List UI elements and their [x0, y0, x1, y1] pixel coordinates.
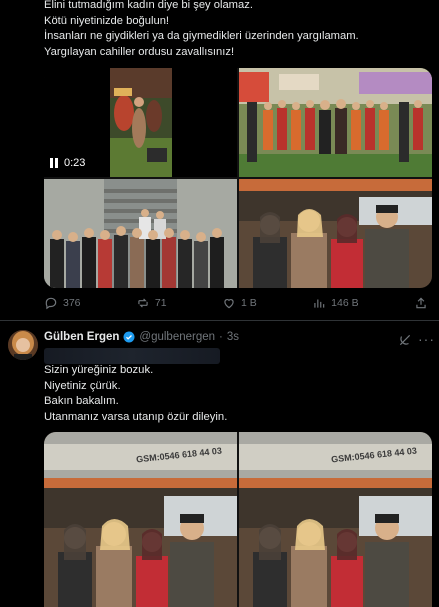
tweet1-actions: 376 71 1 B 146 B	[44, 293, 428, 313]
repost-count: 71	[154, 297, 167, 309]
repost-icon	[138, 298, 148, 308]
media-photo[interactable]: GSM:0546 618 44 03	[239, 432, 432, 607]
video-time: 0:23	[64, 157, 86, 169]
reply-count: 376	[63, 297, 81, 309]
video-controls: 0:23	[50, 157, 85, 169]
tweet2-media-grid: GSM:0546 618 44 03 GSM:0546 618 44 03	[44, 432, 432, 607]
photo-folk-dancers	[239, 68, 432, 177]
tweet1-line: Elini tutmadığım kadın diye bi şey olama…	[44, 0, 253, 11]
blurred-region	[44, 348, 220, 364]
media-photo[interactable]	[239, 179, 432, 288]
share-icon	[416, 297, 426, 309]
views-button[interactable]: 146 B	[312, 296, 359, 310]
video-player[interactable]: 0:23	[44, 68, 237, 177]
tweet2-line: Niyetiniz çürük.	[44, 379, 121, 392]
heart-icon	[224, 299, 234, 309]
verified-badge-icon	[123, 331, 135, 343]
repost-button[interactable]: 71	[136, 296, 167, 310]
like-count: 1 B	[241, 297, 257, 309]
avatar-image	[8, 330, 38, 360]
separator-dot: ·	[219, 331, 223, 343]
reply-icon	[45, 297, 57, 310]
tweet2-header: Gülben Ergen @gulbenergen · 3s	[44, 331, 239, 343]
media-photo[interactable]	[44, 179, 237, 288]
tweet2-line: Sizin yüreğiniz bozuk.	[44, 364, 154, 376]
media-photo[interactable]: GSM:0546 618 44 03	[44, 432, 237, 607]
tweet2-text: Sizin yüreğiniz bozuk. Niyetiniz çürük. …	[44, 363, 227, 425]
tweet1-line: İnsanları ne giydikleri ya da giymedikle…	[44, 30, 359, 42]
tweet2-line: Utanmanız varsa utanıp özür dileyin.	[44, 410, 228, 423]
tweet1-text: Elini tutmadığım kadın diye bi şey olama…	[44, 0, 359, 60]
tweet1-line: Kötü niyetinizde boğulun!	[44, 14, 170, 27]
views-count: 146 B	[331, 297, 359, 309]
timestamp[interactable]: 3s	[227, 331, 239, 343]
like-button[interactable]: 1 B	[222, 296, 257, 310]
pause-icon[interactable]	[50, 158, 58, 168]
share-button[interactable]	[414, 296, 428, 310]
tweet1-media-grid: 0:23	[44, 68, 432, 288]
tweet2-line: Bakın bakalım.	[44, 395, 119, 407]
photo-group-stairs	[44, 179, 237, 288]
grok-icon[interactable]	[398, 333, 412, 352]
tweet-divider	[0, 320, 439, 321]
media-photo[interactable]	[239, 68, 432, 177]
tweet1-line: Yargılayan cahiller ordusu zavallısınız!	[44, 45, 235, 58]
avatar[interactable]	[8, 330, 38, 360]
author-handle[interactable]: @gulbenergen	[139, 331, 215, 343]
views-chart-icon	[314, 299, 325, 308]
author-name[interactable]: Gülben Ergen	[44, 331, 119, 343]
more-options-icon[interactable]: ···	[418, 331, 435, 347]
reply-button[interactable]: 376	[44, 296, 81, 310]
photo-four-people	[239, 179, 432, 288]
